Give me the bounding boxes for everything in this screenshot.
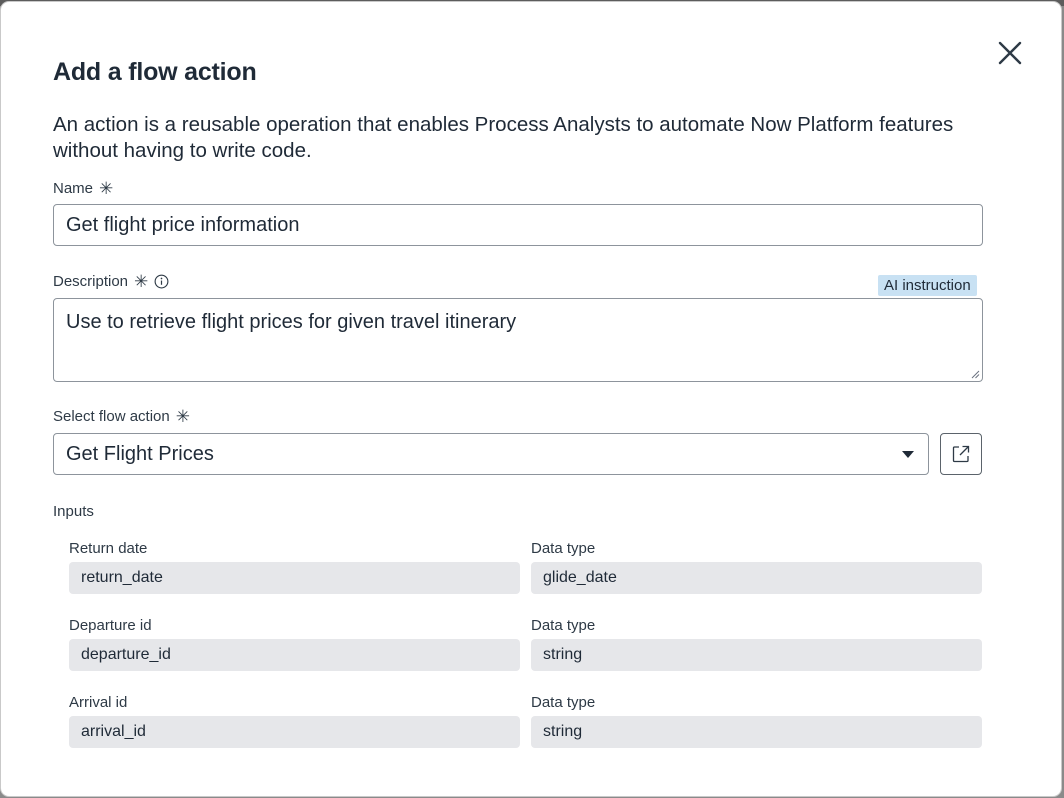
input-name-field: departure_id bbox=[69, 639, 520, 671]
name-input-value: Get flight price information bbox=[66, 213, 300, 236]
description-value: Use to retrieve flight prices for given … bbox=[66, 311, 517, 333]
input-name-label: Return date bbox=[69, 540, 148, 557]
input-name-field: arrival_id bbox=[69, 716, 520, 748]
dialog-intro: An action is a reusable operation that e… bbox=[53, 113, 954, 162]
required-icon: ✳ bbox=[175, 407, 190, 426]
flow-action-selected-value: Get Flight Prices bbox=[66, 442, 214, 465]
flow-action-select[interactable]: Get Flight Prices bbox=[53, 433, 929, 475]
required-icon: ✳ bbox=[134, 272, 149, 291]
input-type-value: glide_date bbox=[543, 569, 617, 586]
input-name-value: return_date bbox=[81, 569, 163, 586]
ai-instruction-badge: AI instruction bbox=[878, 275, 977, 296]
name-label-row: Name ✳ bbox=[53, 180, 113, 197]
input-type-value: string bbox=[543, 646, 583, 663]
inputs-heading: Inputs bbox=[53, 503, 94, 520]
input-name-field: return_date bbox=[69, 562, 520, 594]
open-flow-action-button[interactable] bbox=[940, 433, 982, 475]
external-link-icon bbox=[952, 445, 970, 463]
close-icon bbox=[998, 41, 1022, 65]
input-type-field: string bbox=[531, 639, 982, 671]
description-textarea[interactable]: Use to retrieve flight prices for given … bbox=[53, 298, 983, 382]
info-icon[interactable] bbox=[154, 274, 169, 289]
input-name-value: departure_id bbox=[81, 646, 171, 663]
input-type-field: string bbox=[531, 716, 982, 748]
input-name-value: arrival_id bbox=[81, 723, 146, 740]
input-name-label: Departure id bbox=[69, 617, 152, 634]
add-flow-action-dialog: Add a flow action An action is a reusabl… bbox=[1, 2, 1061, 796]
input-type-label: Data type bbox=[531, 540, 596, 557]
chevron-down-icon bbox=[902, 451, 914, 458]
flow-action-label: Select flow action bbox=[53, 408, 170, 425]
description-label: Description bbox=[53, 273, 129, 290]
input-name-label: Arrival id bbox=[69, 694, 128, 711]
name-label: Name bbox=[53, 180, 94, 197]
input-type-value: string bbox=[543, 723, 583, 740]
dialog-title: Add a flow action bbox=[53, 58, 257, 86]
input-type-field: glide_date bbox=[531, 562, 982, 594]
required-icon: ✳ bbox=[99, 179, 114, 198]
name-input[interactable]: Get flight price information bbox=[53, 204, 983, 246]
input-type-label: Data type bbox=[531, 694, 596, 711]
description-label-row: Description ✳ bbox=[53, 273, 169, 290]
close-button[interactable] bbox=[995, 38, 1025, 68]
input-type-label: Data type bbox=[531, 617, 596, 634]
resize-handle-icon[interactable] bbox=[970, 369, 980, 379]
flow-action-label-row: Select flow action ✳ bbox=[53, 408, 190, 425]
